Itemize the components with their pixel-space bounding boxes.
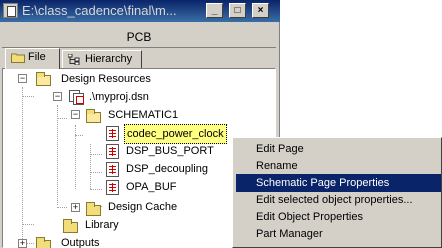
tree-connector	[22, 87, 23, 245]
expand-toggle[interactable]: +	[18, 239, 27, 248]
tree-item-label: .\myproj.dsn	[89, 91, 149, 103]
tree-item-design-file[interactable]: .\myproj.dsn	[87, 88, 151, 106]
tree-item-label: Library	[85, 219, 119, 231]
tree-connector	[57, 118, 67, 119]
tree-connector	[22, 224, 34, 225]
tree-item-page[interactable]: DSP_decoupling	[124, 160, 210, 178]
minimize-button[interactable]: _	[206, 3, 223, 18]
tree-connector	[75, 135, 83, 136]
tree-connector	[90, 154, 102, 155]
tab-file[interactable]: File	[5, 48, 60, 69]
folder-icon	[86, 202, 101, 216]
tree-connector	[57, 207, 67, 208]
tab-file-label: File	[28, 51, 46, 63]
tree-item-label: codec_power_clock	[124, 124, 227, 144]
tree-item-outputs[interactable]: Outputs	[59, 234, 102, 248]
tree-connector	[90, 172, 102, 173]
design-file-icon	[69, 90, 85, 105]
folder-icon	[36, 237, 51, 248]
tree-item-label: Outputs	[61, 237, 100, 248]
window-title: E:\class_cadence\final\m...	[22, 3, 177, 18]
tree-item-label: OPA_BUF	[126, 181, 177, 193]
tab-hierarchy[interactable]: Hierarchy	[62, 50, 142, 69]
menu-item-edit-object-properties[interactable]: Edit Object Properties	[236, 208, 441, 226]
tree-item-library[interactable]: Library	[83, 216, 121, 234]
tree-item-page[interactable]: codec_power_clock	[124, 124, 227, 144]
menu-item-rename[interactable]: Rename	[236, 157, 441, 175]
menu-item-schematic-page-properties[interactable]: Schematic Page Properties	[236, 174, 441, 192]
schematic-page-icon	[106, 126, 119, 141]
tree-item-label: DSP_decoupling	[126, 163, 208, 175]
tree-item-design-resources[interactable]: Design Resources	[59, 70, 153, 88]
tree-item-label: Design Cache	[108, 201, 178, 213]
collapse-toggle[interactable]: −	[71, 110, 80, 119]
tree-item-label: SCHEMATIC1	[108, 109, 179, 121]
pane-header: PCB	[2, 26, 276, 48]
folder-icon	[11, 53, 25, 63]
tree-item-design-cache[interactable]: Design Cache	[106, 198, 179, 216]
folder-icon	[63, 219, 78, 233]
tab-hierarchy-label: Hierarchy	[85, 53, 133, 65]
close-button[interactable]: ×	[252, 3, 269, 18]
tree-item-label: DSP_BUS_PORT	[126, 145, 214, 157]
menu-item-edit-page[interactable]: Edit Page	[236, 140, 441, 158]
schematic-page-icon	[106, 144, 119, 159]
hierarchy-icon	[68, 54, 80, 65]
tree-connector	[22, 96, 34, 97]
schematic-page-icon	[106, 162, 119, 177]
collapse-toggle[interactable]: −	[18, 74, 27, 83]
tree-connector	[90, 144, 91, 189]
expand-toggle[interactable]: +	[71, 203, 80, 212]
tree-item-label: Design Resources	[61, 73, 151, 85]
schematic-page-icon	[106, 180, 119, 195]
tree-item-schematic[interactable]: SCHEMATIC1	[106, 106, 180, 124]
context-menu: Edit Page Rename Schematic Page Properti…	[232, 137, 442, 248]
app-icon	[3, 3, 18, 18]
folder-open-icon	[86, 109, 101, 123]
folder-open-icon	[36, 72, 51, 86]
tree-connector	[57, 105, 58, 205]
tree-connector	[90, 189, 102, 190]
collapse-toggle[interactable]: −	[53, 92, 62, 101]
menu-item-part-manager[interactable]: Part Manager	[236, 225, 441, 243]
title-bar[interactable]: E:\class_cadence\final\m... _ □ ×	[0, 0, 280, 22]
tree-item-page[interactable]: OPA_BUF	[124, 178, 179, 196]
tree-item-page[interactable]: DSP_BUS_PORT	[124, 142, 216, 160]
menu-item-edit-selected-object-properties[interactable]: Edit selected object properties...	[236, 191, 441, 209]
restore-button[interactable]: □	[229, 3, 246, 18]
